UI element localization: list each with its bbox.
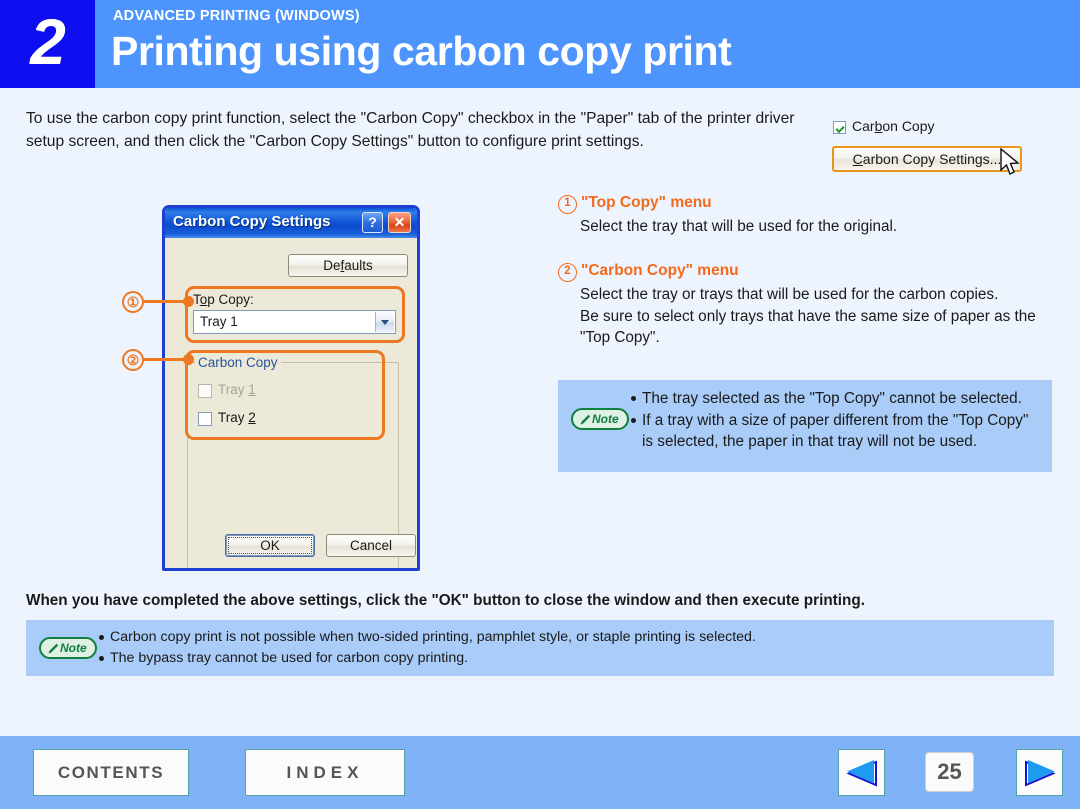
carbon-copy-checkbox-row[interactable]: Carbon Copy xyxy=(832,118,1028,140)
intro-paragraph: To use the carbon copy print function, s… xyxy=(26,110,795,150)
explanation-heading: 2 "Carbon Copy" menu xyxy=(558,262,1058,282)
help-icon[interactable]: ? xyxy=(362,212,383,233)
checkbox-icon[interactable] xyxy=(198,384,212,398)
explanation-heading-text: "Carbon Copy" menu xyxy=(581,262,739,279)
callout-leader-dot-2 xyxy=(183,354,194,365)
note-icon: Note xyxy=(39,637,97,659)
pencil-icon xyxy=(580,414,591,425)
previous-page-button[interactable] xyxy=(838,749,885,796)
carbon-copy-settings-button-label: Carbon Copy Settings... xyxy=(852,151,1002,167)
dialog-titlebar: Carbon Copy Settings ? ✕ xyxy=(165,208,417,238)
pencil-icon xyxy=(48,643,59,654)
explanation-heading: 1 "Top Copy" menu xyxy=(558,194,1058,214)
list-item: If a tray with a size of paper different… xyxy=(630,410,1040,453)
callout-badge-1: ① xyxy=(122,291,144,313)
list-item: The bypass tray cannot be used for carbo… xyxy=(98,648,1048,669)
index-button[interactable]: INDEX xyxy=(245,749,405,796)
explanation-heading-text: "Top Copy" menu xyxy=(581,194,712,211)
cancel-button-label: Cancel xyxy=(349,538,393,553)
top-copy-label: Top Copy: xyxy=(193,292,254,307)
explanation-carbon-copy: 2 "Carbon Copy" menu Select the tray or t… xyxy=(558,262,1058,349)
carbon-copy-tray2-label: Tray 2 xyxy=(218,410,256,425)
checkbox-icon[interactable] xyxy=(833,121,846,134)
carbon-copy-tray1-label: Tray 1 xyxy=(218,382,256,397)
carbon-copy-settings-button[interactable]: Carbon Copy Settings... xyxy=(832,146,1022,172)
close-icon[interactable]: ✕ xyxy=(388,212,411,233)
defaults-button-label: Defaults xyxy=(323,258,373,273)
note-box-right: Note The tray selected as the "Top Copy"… xyxy=(558,380,1052,472)
explanation-number: 2 xyxy=(558,263,577,282)
carbon-copy-settings-dialog: Carbon Copy Settings ? ✕ Defaults Top Co… xyxy=(162,205,420,571)
explanation-body: Select the tray that will be used for th… xyxy=(580,218,898,235)
triangle-right-icon xyxy=(1024,759,1056,787)
list-item: Carbon copy print is not possible when t… xyxy=(98,627,1048,648)
next-page-button[interactable] xyxy=(1016,749,1063,796)
page-title: Printing using carbon copy print xyxy=(111,28,732,74)
top-copy-select[interactable]: Tray 1 xyxy=(193,310,396,334)
section-eyebrow: ADVANCED PRINTING (WINDOWS) xyxy=(113,8,360,24)
chevron-down-icon[interactable] xyxy=(375,312,394,332)
note-icon-label: Note xyxy=(60,641,87,655)
note-icon-label: Note xyxy=(592,412,619,426)
driver-ui-snippet: Carbon Copy Carbon Copy Settings... xyxy=(832,118,1028,175)
explanation-number: 1 xyxy=(558,195,577,214)
explanation-body: Select the tray or trays that will be us… xyxy=(580,286,1036,346)
carbon-copy-group-legend: Carbon Copy xyxy=(195,355,281,370)
mouse-cursor-icon xyxy=(1000,148,1020,175)
callout-badge-2: ② xyxy=(122,349,144,371)
ok-button[interactable]: OK xyxy=(225,534,315,557)
dialog-body: Defaults Top Copy: Tray 1 Carbon Copy Tr… xyxy=(165,238,417,568)
note-icon: Note xyxy=(571,408,629,430)
chapter-number-block: 2 xyxy=(0,0,95,88)
page-header: 2 ADVANCED PRINTING (WINDOWS) Printing u… xyxy=(0,0,1080,88)
note-right-list: The tray selected as the "Top Copy" cann… xyxy=(630,388,1040,453)
callout-leader-dot-1 xyxy=(183,296,194,307)
contents-button[interactable]: CONTENTS xyxy=(33,749,189,796)
defaults-button[interactable]: Defaults xyxy=(288,254,408,277)
summary-bold-line: When you have completed the above settin… xyxy=(26,592,865,609)
top-copy-value: Tray 1 xyxy=(200,314,238,329)
callout-leader-2 xyxy=(144,358,188,361)
note-bottom-list: Carbon copy print is not possible when t… xyxy=(98,627,1048,669)
list-item: The tray selected as the "Top Copy" cann… xyxy=(630,388,1040,410)
triangle-left-icon xyxy=(845,759,877,787)
page-number-display: 25 xyxy=(925,752,974,792)
focus-ring xyxy=(228,537,312,554)
chapter-number: 2 xyxy=(30,6,66,78)
explanation-top-copy: 1 "Top Copy" menu Select the tray that wi… xyxy=(558,194,1058,238)
note-box-bottom: Note Carbon copy print is not possible w… xyxy=(26,620,1054,676)
checkbox-icon[interactable] xyxy=(198,412,212,426)
dialog-title: Carbon Copy Settings xyxy=(173,213,331,230)
cancel-button[interactable]: Cancel xyxy=(326,534,416,557)
callout-leader-1 xyxy=(144,300,188,303)
carbon-copy-checkbox-label: Carbon Copy xyxy=(852,118,935,134)
